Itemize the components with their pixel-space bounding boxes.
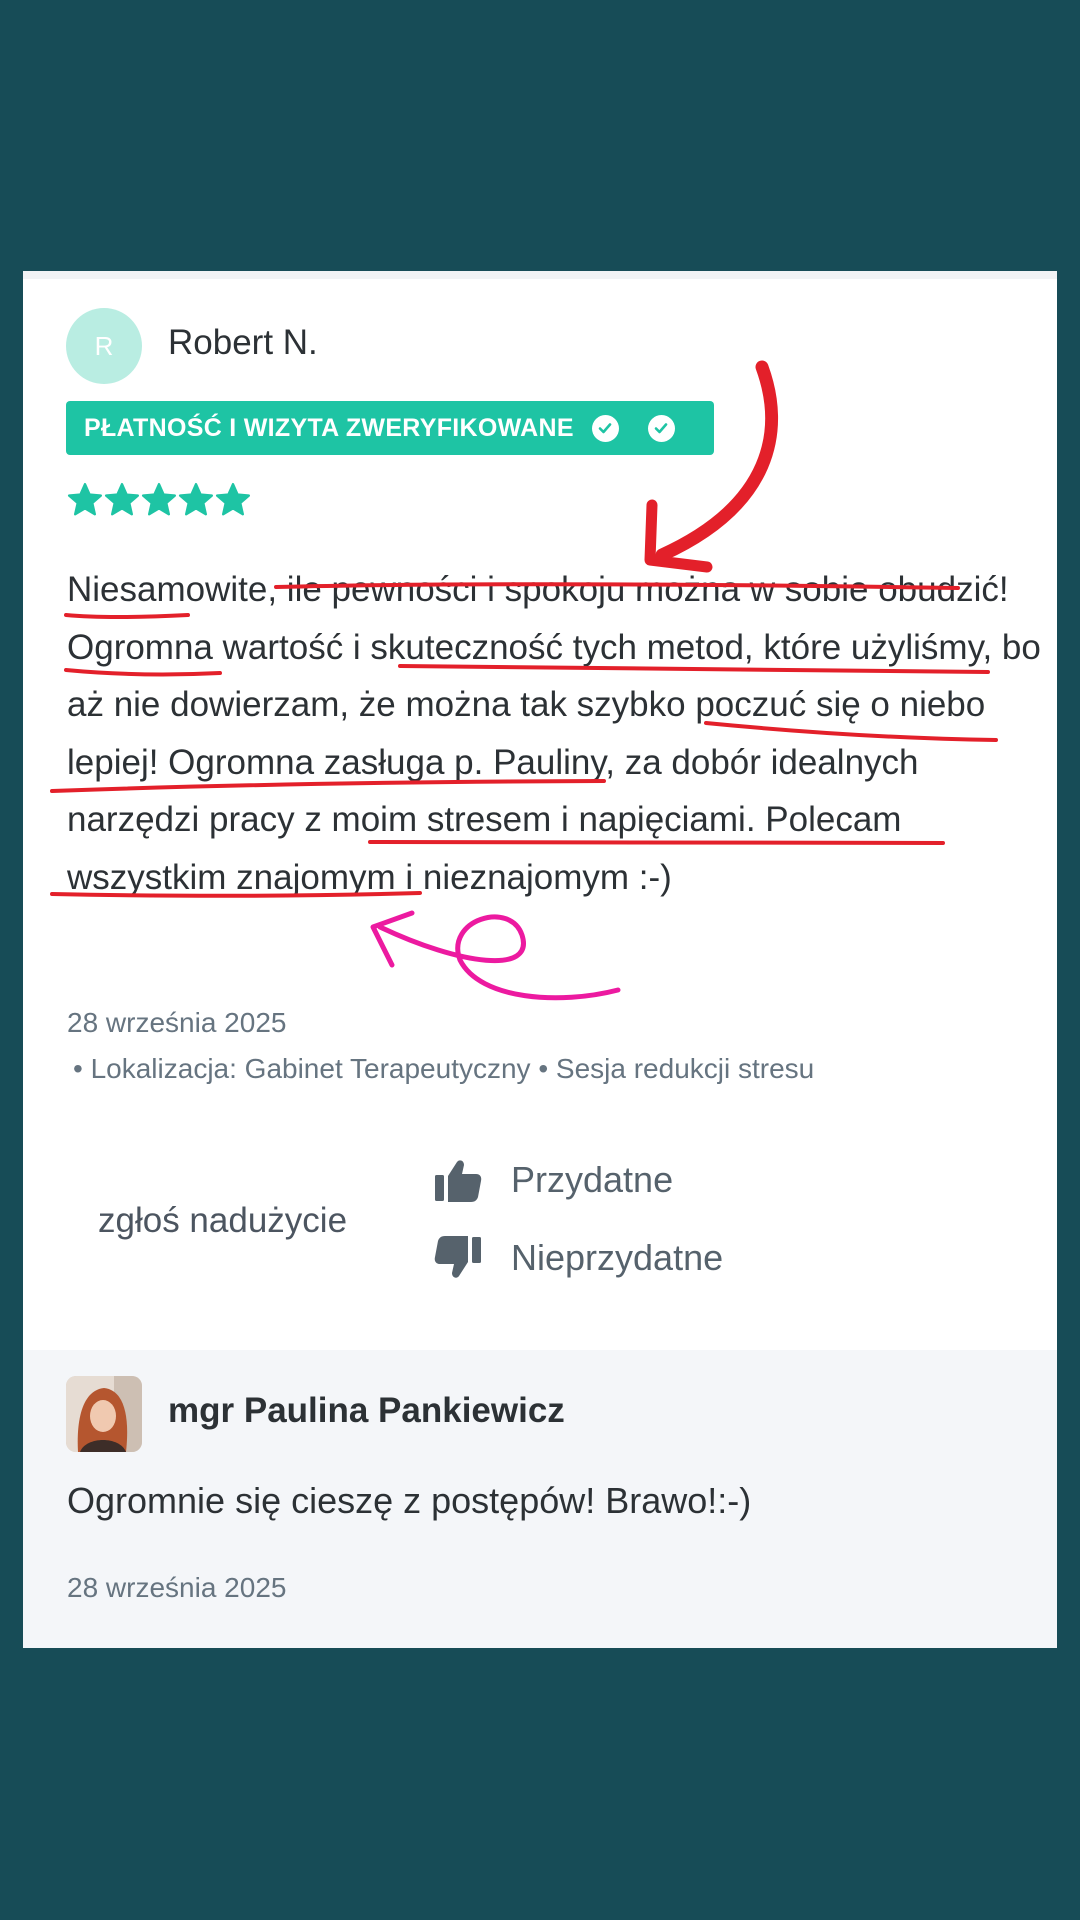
not-helpful-label: Nieprzydatne [511,1237,724,1278]
reply-text: Ogromnie się cieszę z postępów! Brawo!:-… [67,1480,752,1521]
star-icon [215,482,251,516]
thumbs-up-icon [435,1160,482,1202]
star-icon [141,482,177,516]
reply-avatar [66,1376,142,1452]
review-date: 28 września 2025 [67,1007,287,1038]
report-abuse-link[interactable]: zgłoś nadużycie [98,1201,347,1241]
star-icon [178,482,214,516]
owner-reply: mgr Paulina Pankiewicz Ogromnie się cies… [23,1350,1057,1648]
not-helpful-button[interactable]: Nieprzydatne [433,1235,723,1281]
star-rating [66,481,251,519]
thumbs-down-icon [434,1236,481,1278]
reviewer-name: Robert N. [168,323,318,362]
star-icon [67,482,103,516]
star-icon [104,482,140,516]
check-icon [591,414,619,442]
review-card: R Robert N. PŁATNOŚĆ I WIZYTA ZWERYFIKOW… [23,271,1057,1648]
card-divider [23,271,1057,279]
helpful-label: Przydatne [511,1159,674,1200]
verified-badge: PŁATNOŚĆ I WIZYTA ZWERYFIKOWANE [66,401,714,455]
reviewer-avatar: R [66,308,142,384]
helpful-button[interactable]: Przydatne [433,1157,673,1203]
check-icon [647,414,675,442]
review-meta: • Lokalizacja: Gabinet Terapeutyczny • S… [73,1053,815,1084]
reply-date: 28 września 2025 [67,1572,287,1603]
reviewer-initial: R [94,330,114,361]
review-text: Niesamowite, ile pewności i spokoju możn… [67,570,1041,897]
verified-label: PŁATNOŚĆ I WIZYTA ZWERYFIKOWANE [84,413,574,442]
reply-author-name: mgr Paulina Pankiewicz [168,1391,565,1430]
